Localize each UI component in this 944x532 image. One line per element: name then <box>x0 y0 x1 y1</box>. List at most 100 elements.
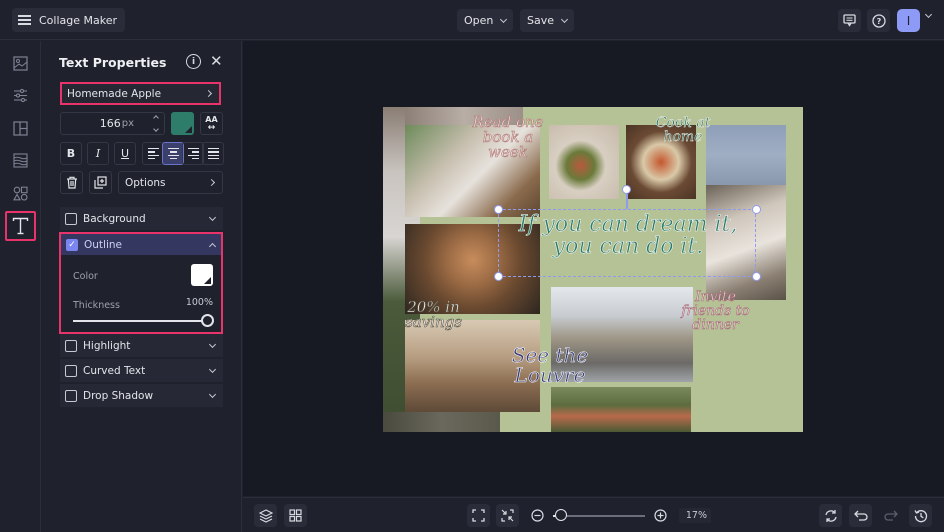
underline-button[interactable]: U <box>114 142 136 165</box>
chevron-down-icon <box>208 390 217 398</box>
align-left-button[interactable] <box>142 142 164 165</box>
swap-images-button[interactable] <box>819 504 842 527</box>
plus-circle-icon <box>654 509 667 522</box>
text-louvre[interactable]: See the Louvre <box>495 345 605 386</box>
align-right-button[interactable] <box>182 142 204 165</box>
undo-button[interactable] <box>849 504 872 527</box>
user-avatar[interactable]: I <box>897 9 920 32</box>
text-read-book[interactable]: Read one book a week <box>468 114 548 160</box>
svg-text:?: ? <box>876 17 881 26</box>
outline-thickness-value[interactable]: 100% <box>181 297 213 311</box>
stepper-up-icon[interactable] <box>153 115 159 122</box>
zoom-in-button[interactable] <box>649 504 672 527</box>
drop-shadow-label: Drop Shadow <box>83 389 154 402</box>
layers-button[interactable] <box>254 504 277 527</box>
text-cook-home[interactable]: Cook at home <box>638 116 728 144</box>
history-button[interactable] <box>909 504 932 527</box>
zoom-slider-thumb[interactable] <box>555 509 567 521</box>
resize-handle-bottom-right[interactable] <box>752 272 761 281</box>
chevron-down-icon <box>208 365 217 373</box>
photo-tile-garden[interactable] <box>551 387 691 432</box>
help-button[interactable]: ? <box>867 9 890 32</box>
resize-handle-top-right[interactable] <box>752 205 761 214</box>
fit-to-screen-button[interactable] <box>467 504 490 527</box>
color-picker-corner-icon <box>204 277 211 284</box>
font-size-stepper[interactable] <box>148 113 164 134</box>
outline-color-swatch[interactable] <box>191 264 213 286</box>
resize-handle-top-left[interactable] <box>494 205 503 214</box>
layers-icon <box>258 508 273 523</box>
align-center-button[interactable] <box>162 142 184 165</box>
sliders-icon <box>13 88 27 102</box>
chevron-down-icon <box>500 15 508 23</box>
text-color-swatch[interactable] <box>171 112 194 135</box>
zoom-value[interactable]: 17% <box>679 508 711 523</box>
image-icon <box>12 55 28 71</box>
undo-icon <box>853 510 868 521</box>
outline-thickness-slider-track[interactable] <box>73 320 207 322</box>
color-picker-corner-icon <box>185 126 192 133</box>
drop-shadow-section[interactable]: Drop Shadow <box>60 384 223 407</box>
refresh-icon <box>824 509 837 522</box>
close-icon[interactable]: ✕ <box>210 52 223 70</box>
align-justify-button[interactable] <box>202 142 224 165</box>
font-family-select[interactable]: Homemade Apple <box>60 82 221 105</box>
italic-button[interactable]: I <box>87 142 109 165</box>
background-pattern-icon <box>12 152 28 168</box>
letter-spacing-button[interactable]: AA ↔ <box>200 112 223 135</box>
delete-button[interactable] <box>60 171 83 194</box>
bottom-toolbar: 17% <box>243 497 944 532</box>
duplicate-button[interactable] <box>89 171 112 194</box>
tool-rail <box>0 41 41 532</box>
photo-tile-salad[interactable] <box>549 125 619 199</box>
trash-icon <box>66 176 77 189</box>
outline-label: Outline <box>84 238 122 251</box>
rotate-handle[interactable] <box>622 185 631 194</box>
duplicate-icon <box>94 176 107 189</box>
rail-text-button[interactable] <box>5 211 36 241</box>
highlight-checkbox[interactable] <box>65 339 77 352</box>
zoom-slider-track[interactable] <box>563 515 645 517</box>
chevron-down-icon <box>208 340 217 348</box>
outline-color-label: Color <box>73 271 98 282</box>
text-icon <box>12 217 29 235</box>
info-icon[interactable]: i <box>186 54 201 69</box>
open-dropdown[interactable]: Open <box>457 9 514 32</box>
account-chevron-down-icon[interactable] <box>924 10 933 19</box>
help-icon: ? <box>871 13 886 28</box>
highlight-label: Highlight <box>83 339 131 352</box>
outline-checkbox[interactable]: ✓ <box>66 238 78 251</box>
redo-button[interactable] <box>879 504 902 527</box>
rail-adjustments-button[interactable] <box>11 86 29 104</box>
background-section[interactable]: Background <box>60 207 223 230</box>
curved-text-section[interactable]: Curved Text <box>60 359 223 382</box>
highlight-section[interactable]: Highlight <box>60 334 223 357</box>
save-dropdown[interactable]: Save <box>520 9 575 32</box>
curved-text-checkbox[interactable] <box>65 364 77 377</box>
rail-graphics-button[interactable] <box>11 184 29 202</box>
drop-shadow-checkbox[interactable] <box>65 389 77 402</box>
rail-layouts-button[interactable] <box>11 119 29 137</box>
outline-section-header[interactable]: ✓ Outline <box>61 234 221 255</box>
actual-size-button[interactable] <box>496 504 519 527</box>
background-checkbox[interactable] <box>65 212 77 225</box>
grid-button[interactable] <box>284 504 307 527</box>
text-savings[interactable]: 20% in savings <box>391 299 476 330</box>
zoom-out-button[interactable] <box>526 504 549 527</box>
chevron-down-icon <box>208 213 217 221</box>
options-button[interactable]: Options <box>118 171 223 194</box>
feedback-button[interactable] <box>838 9 861 32</box>
text-invite-dinner[interactable]: Invite friends to dinner <box>668 290 763 333</box>
resize-handle-bottom-left[interactable] <box>494 272 503 281</box>
outline-section: ✓ Outline Color Thickness 100% <box>59 232 223 334</box>
stepper-down-icon[interactable] <box>153 125 159 132</box>
rail-photos-button[interactable] <box>11 54 29 72</box>
photo-tile-ground[interactable] <box>383 412 500 432</box>
chevron-right-icon <box>207 178 216 187</box>
bold-button[interactable]: B <box>60 142 82 165</box>
rail-backgrounds-button[interactable] <box>11 151 29 169</box>
text-selection-box[interactable] <box>498 209 756 277</box>
double-arrow-icon: ↔ <box>207 122 216 133</box>
outline-thickness-slider-thumb[interactable] <box>201 314 214 327</box>
app-menu-button[interactable]: Collage Maker <box>12 8 126 32</box>
